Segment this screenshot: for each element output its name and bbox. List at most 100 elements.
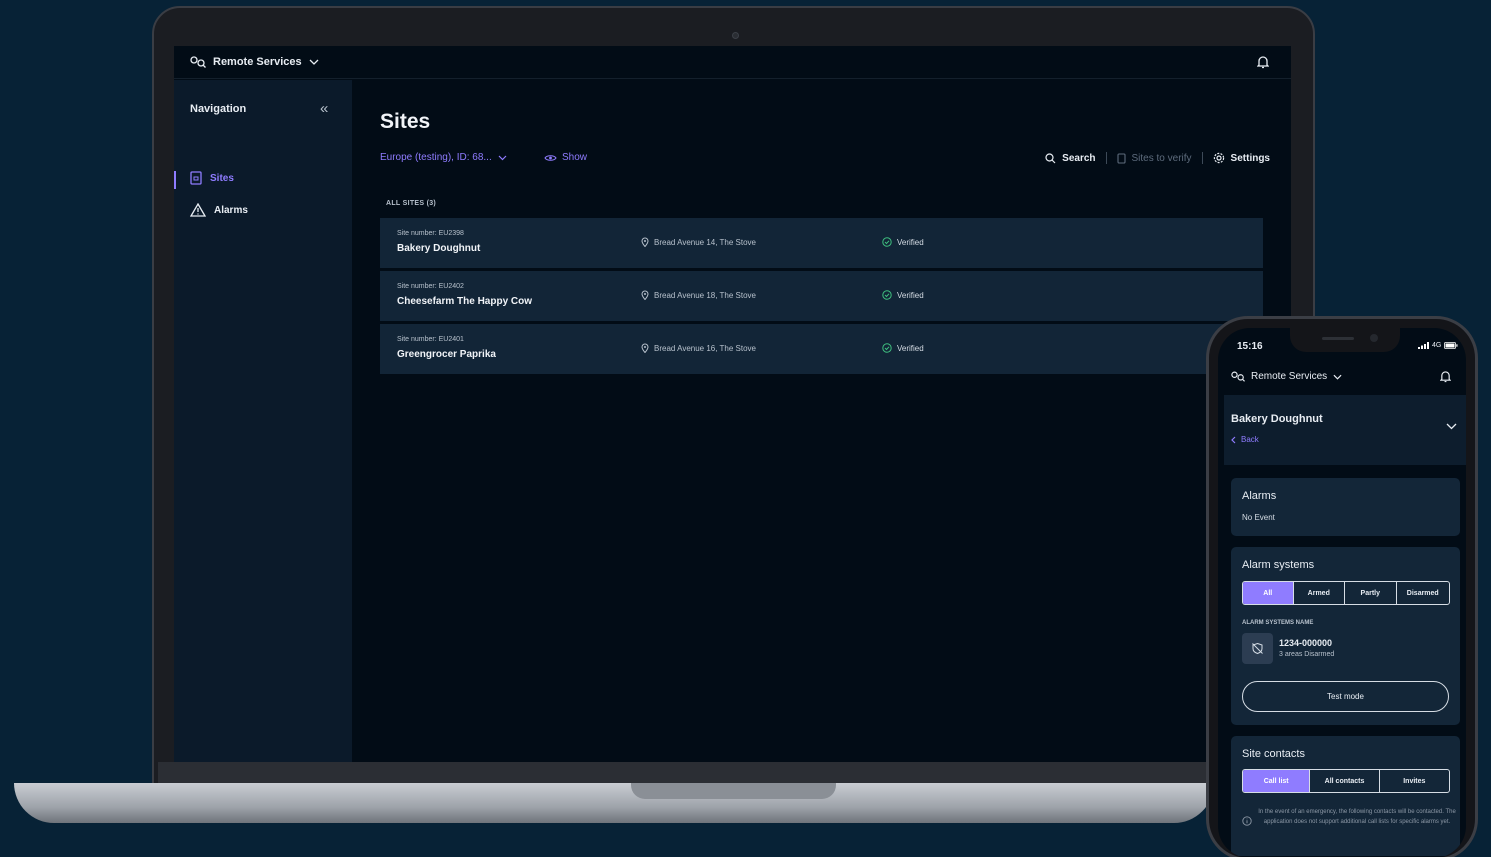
phone-frame: 15:16 4G Remote Services Bakery Doughnut… [1206, 316, 1478, 857]
settings-button[interactable]: Settings [1213, 152, 1270, 164]
alarm-systems-title: Alarm systems [1242, 559, 1315, 571]
alarm-system-icon [1242, 633, 1273, 664]
brand-label: Remote Services [1251, 371, 1328, 382]
site-row[interactable]: Site number: EU2398 Bakery Doughnut Brea… [380, 218, 1263, 268]
sidebar-item-sites[interactable]: Sites [190, 171, 234, 185]
site-address: Bread Avenue 18, The Stove [641, 290, 756, 300]
phone-brand-switcher[interactable]: Remote Services [1231, 371, 1342, 382]
site-title: Bakery Doughnut [1231, 413, 1323, 425]
chevron-down-icon[interactable] [1446, 423, 1457, 430]
sites-to-verify-label: Sites to verify [1131, 152, 1192, 164]
sites-icon [190, 171, 202, 185]
alarm-systems-list-label: ALARM SYSTEMS NAME [1242, 620, 1314, 626]
status-badge: Verified [882, 290, 924, 300]
site-name: Bakery Doughnut [397, 243, 481, 254]
laptop-base-notch [631, 783, 836, 799]
all-sites-label: ALL SITES (3) [386, 200, 437, 207]
site-header: Bakery Doughnut Back [1224, 395, 1466, 465]
location-pin-icon [641, 343, 649, 353]
laptop-hinge [158, 762, 1208, 784]
location-pin-icon [641, 237, 649, 247]
info-icon [1242, 816, 1252, 826]
region-filter-dropdown[interactable]: Europe (testing), ID: 68... [380, 152, 507, 163]
alarm-system-status: 3 areas Disarmed [1279, 651, 1335, 658]
laptop-screen: Remote Services Navigation « Sites Alarm… [174, 46, 1291, 764]
status-label: Verified [897, 290, 924, 300]
alarms-card[interactable]: Alarms No Event [1231, 478, 1460, 536]
bell-icon[interactable] [1440, 370, 1451, 383]
contacts-note: In the event of an emergency, the follow… [1258, 809, 1456, 825]
site-list: Site number: EU2398 Bakery Doughnut Brea… [380, 218, 1263, 377]
status-badge: Verified [882, 343, 924, 353]
site-contacts-title: Site contacts [1242, 748, 1305, 760]
gear-icon [1213, 152, 1224, 164]
alarms-title: Alarms [1242, 490, 1277, 502]
site-address-text: Bread Avenue 14, The Stove [654, 237, 757, 247]
status-label: Verified [897, 343, 924, 353]
search-button[interactable]: Search [1045, 152, 1096, 164]
site-contacts-tabs: Call list All contacts Invites [1242, 769, 1450, 793]
sidebar-item-alarms[interactable]: Alarms [190, 203, 248, 217]
sidebar: Navigation « Sites Alarms [174, 80, 352, 764]
search-label: Search [1062, 152, 1096, 164]
alarm-system-name[interactable]: 1234-000000 [1279, 638, 1332, 648]
show-button[interactable]: Show [544, 152, 587, 163]
remote-services-icon [190, 56, 206, 68]
site-address-text: Bread Avenue 18, The Stove [654, 290, 757, 300]
nav-title: Navigation [190, 103, 247, 115]
brand-label: Remote Services [213, 56, 302, 68]
filter-disarmed[interactable]: Disarmed [1397, 582, 1449, 604]
bell-icon[interactable] [1257, 55, 1269, 69]
brand-switcher[interactable]: Remote Services [190, 56, 319, 68]
back-label: Back [1241, 435, 1259, 444]
shield-off-icon [1252, 642, 1263, 655]
chevron-down-icon [1333, 374, 1342, 380]
status-time: 15:16 [1237, 341, 1263, 352]
chevron-left-icon [1231, 436, 1236, 443]
sidebar-item-label: Alarms [214, 204, 248, 216]
alarm-triangle-icon [190, 203, 206, 217]
remote-services-icon [1231, 371, 1245, 382]
site-number: Site number: EU2398 [397, 230, 464, 237]
check-circle-icon [882, 343, 892, 353]
tab-invites[interactable]: Invites [1380, 770, 1449, 792]
alarms-status: No Event [1242, 513, 1275, 522]
status-badge: Verified [882, 237, 924, 247]
eye-icon [544, 154, 557, 161]
phone-speaker [1322, 337, 1354, 340]
site-contacts-card: Site contacts Call list All contacts Inv… [1231, 736, 1460, 856]
filter-partly[interactable]: Partly [1345, 582, 1397, 604]
phone-screen: 15:16 4G Remote Services Bakery Doughnut… [1218, 328, 1466, 857]
back-link[interactable]: Back [1231, 435, 1259, 444]
tab-call-list[interactable]: Call list [1243, 770, 1311, 792]
check-circle-icon [882, 290, 892, 300]
filter-armed[interactable]: Armed [1294, 582, 1346, 604]
site-name: Greengrocer Paprika [397, 349, 496, 360]
location-pin-icon [641, 290, 649, 300]
chevron-down-icon [498, 155, 507, 160]
page-title: Sites [380, 110, 431, 133]
filter-all[interactable]: All [1243, 582, 1294, 604]
toolbar-divider [1201, 152, 1203, 164]
test-mode-button[interactable]: Test mode [1242, 681, 1449, 712]
signal-icon [1418, 342, 1429, 349]
laptop-camera [732, 32, 739, 39]
phone-notch [1290, 328, 1400, 352]
tab-all-contacts[interactable]: All contacts [1310, 770, 1380, 792]
sites-to-verify-button[interactable]: Sites to verify [1116, 152, 1192, 164]
site-row[interactable]: Site number: EU2402 Cheesefarm The Happy… [380, 271, 1263, 321]
sidebar-item-label: Sites [210, 172, 234, 184]
site-address: Bread Avenue 16, The Stove [641, 343, 756, 353]
toolbar: Search Sites to verify Settings [1045, 152, 1270, 164]
region-filter-label: Europe (testing), ID: 68... [380, 152, 492, 163]
collapse-sidebar-icon[interactable]: « [320, 100, 328, 117]
active-indicator [174, 171, 176, 189]
phone-camera [1370, 334, 1378, 342]
show-label: Show [562, 152, 588, 163]
laptop-base [14, 783, 1214, 823]
check-circle-icon [882, 237, 892, 247]
site-number: Site number: EU2402 [397, 283, 464, 290]
settings-label: Settings [1230, 152, 1270, 164]
alarm-systems-filter: All Armed Partly Disarmed [1242, 581, 1450, 605]
site-row[interactable]: Site number: EU2401 Greengrocer Paprika … [380, 324, 1263, 374]
